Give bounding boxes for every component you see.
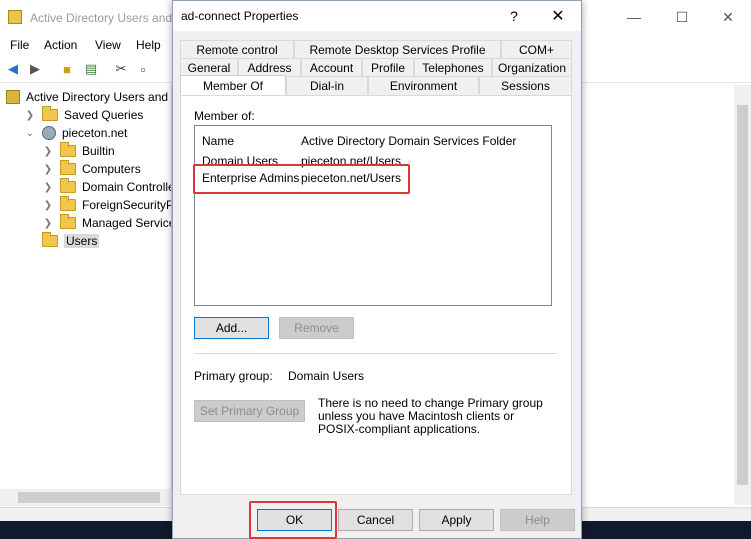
column-header-folder[interactable]: Active Directory Domain Services Folder — [301, 134, 516, 148]
tree-label: Saved Queries — [64, 108, 144, 122]
tab-environment[interactable]: Environment — [368, 76, 479, 94]
aduc-icon — [6, 90, 20, 104]
folder-icon — [60, 214, 76, 229]
tree-item-builtin[interactable]: ❯ Builtin — [24, 142, 115, 160]
tree-item-managed-service-accounts[interactable]: ❯ Managed Service Accounts — [24, 214, 172, 232]
add-button[interactable]: Add... — [194, 317, 269, 339]
folder-icon — [42, 106, 58, 121]
primary-group-label: Primary group: — [194, 369, 273, 383]
tab-member-of[interactable]: Member Of — [180, 75, 286, 95]
divider — [194, 353, 557, 354]
tab-remote-control[interactable]: Remote control — [180, 40, 294, 58]
ok-button-highlight — [249, 501, 337, 539]
tab-com-plus[interactable]: COM+ — [501, 40, 572, 58]
chevron-right-icon[interactable]: ❯ — [42, 146, 54, 157]
menu-file[interactable]: File — [10, 38, 29, 52]
tab-address[interactable]: Address — [238, 58, 301, 76]
tree-label: Managed Service Accounts — [82, 216, 172, 230]
forward-arrow-icon[interactable]: ▶ — [26, 61, 44, 77]
properties-dialog: ad-connect Properties ? ✕ Remote control… — [172, 0, 582, 539]
primary-group-note: There is no need to change Primary group… — [318, 396, 543, 436]
chevron-right-icon[interactable]: ❯ — [42, 164, 54, 175]
tree-label: Computers — [82, 162, 141, 176]
primary-group-value: Domain Users — [288, 369, 365, 383]
tree-label: Builtin — [82, 144, 115, 158]
cut-icon[interactable]: ✂ — [112, 61, 130, 77]
tree-item-domain[interactable]: ⌄ pieceton.net — [24, 124, 127, 142]
tab-organization[interactable]: Organization — [492, 58, 572, 76]
tab-dial-in[interactable]: Dial-in — [286, 76, 368, 94]
chevron-right-icon[interactable]: ❯ — [42, 200, 54, 211]
folder-icon — [60, 142, 76, 157]
tab-profile[interactable]: Profile — [362, 58, 414, 76]
tree-label: pieceton.net — [62, 126, 128, 140]
close-icon[interactable]: ✕ — [545, 5, 571, 27]
ou-folder-icon — [60, 178, 76, 193]
member-of-tab-page: Member of: Name Active Directory Domain … — [180, 95, 572, 495]
details-vertical-scrollbar[interactable] — [734, 85, 751, 505]
tree-item-saved-queries[interactable]: ❯ Saved Queries — [24, 106, 143, 124]
apply-button[interactable]: Apply — [419, 509, 494, 531]
up-folder-icon[interactable]: ■ — [58, 61, 76, 77]
help-question-icon[interactable]: ? — [501, 5, 527, 27]
dialog-title: ad-connect Properties — [181, 9, 299, 23]
tree-root-label: Active Directory Users and Com — [26, 90, 171, 104]
member-of-list[interactable]: Name Active Directory Domain Services Fo… — [194, 125, 552, 306]
tab-sessions[interactable]: Sessions — [479, 76, 572, 94]
maximize-icon[interactable]: ☐ — [659, 0, 705, 34]
tree-item-users[interactable]: Users — [24, 232, 100, 250]
menu-help[interactable]: Help — [136, 38, 161, 52]
tree-label: Users — [64, 234, 100, 248]
enterprise-admins-highlight — [193, 164, 410, 194]
help-button[interactable]: Help — [500, 509, 575, 531]
set-primary-group-button[interactable]: Set Primary Group — [194, 400, 305, 422]
folder-icon — [60, 160, 76, 175]
menu-action[interactable]: Action — [44, 38, 77, 52]
folder-icon — [60, 196, 76, 211]
folder-icon — [42, 232, 58, 247]
tree-horizontal-scrollbar[interactable] — [0, 489, 172, 506]
tab-remote-desktop-services-profile[interactable]: Remote Desktop Services Profile — [294, 40, 501, 58]
dialog-titlebar: ad-connect Properties ? ✕ — [173, 1, 581, 31]
cancel-button[interactable]: Cancel — [338, 509, 413, 531]
tree-item-computers[interactable]: ❯ Computers — [24, 160, 141, 178]
console-tree: Active Directory Users and Com ❯ Saved Q… — [0, 85, 172, 505]
copy-icon[interactable]: ▫ — [134, 61, 152, 77]
scrollbar-thumb[interactable] — [737, 105, 748, 485]
chevron-right-icon[interactable]: ❯ — [42, 218, 54, 229]
menu-view[interactable]: View — [95, 38, 121, 52]
tab-general[interactable]: General — [180, 58, 238, 76]
chevron-down-icon[interactable]: ⌄ — [24, 128, 36, 139]
aduc-app-icon — [8, 10, 22, 24]
close-window-icon[interactable]: ✕ — [705, 0, 751, 34]
tab-telephones[interactable]: Telephones — [414, 58, 492, 76]
tab-account[interactable]: Account — [301, 58, 362, 76]
tree-label: ForeignSecurityPrincipals — [82, 198, 171, 212]
column-header-name[interactable]: Name — [202, 134, 234, 148]
tree-item-domain-controllers[interactable]: ❯ Domain Controllers — [24, 178, 171, 196]
remove-button[interactable]: Remove — [279, 317, 354, 339]
domain-icon — [42, 126, 56, 140]
tree-item-foreign-security-principals[interactable]: ❯ ForeignSecurityPrincipals — [24, 196, 171, 214]
chevron-right-icon[interactable]: ❯ — [42, 182, 54, 193]
tree-label: Domain Controllers — [82, 180, 171, 194]
back-arrow-icon[interactable]: ◀ — [4, 61, 22, 77]
member-of-label: Member of: — [194, 109, 255, 123]
tree-item-aduc-root[interactable]: Active Directory Users and Com — [6, 88, 171, 106]
console-tree-icon[interactable]: ▤ — [82, 61, 100, 77]
minimize-icon[interactable]: — — [611, 0, 657, 34]
scrollbar-thumb[interactable] — [18, 492, 160, 503]
chevron-right-icon[interactable]: ❯ — [24, 110, 36, 121]
